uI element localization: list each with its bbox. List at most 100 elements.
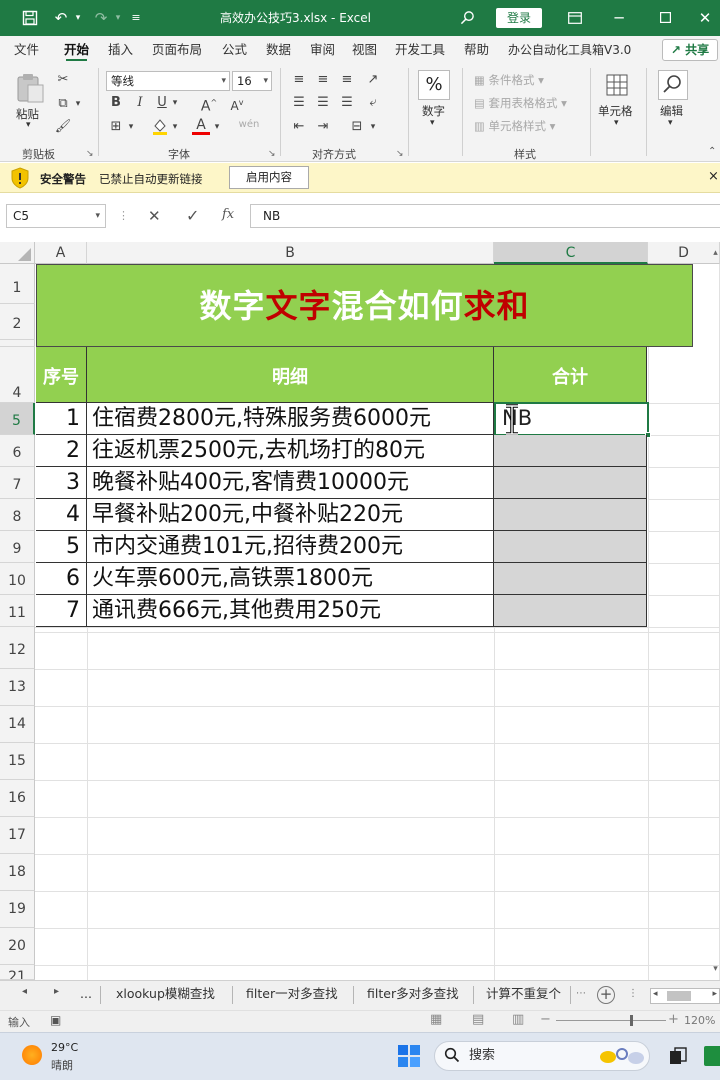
sheet-tab[interactable]: xlookup模糊查找 xyxy=(116,983,215,1007)
bold-button[interactable]: B xyxy=(108,93,124,113)
conditional-format-button[interactable]: ▦ 条件格式 ▾ xyxy=(474,72,544,88)
row-header-4[interactable]: 4 xyxy=(0,347,35,403)
cell-detail[interactable]: 住宿费2800元,特殊服务费6000元 xyxy=(87,403,494,435)
cells-label[interactable]: 单元格 xyxy=(598,103,633,119)
header-total[interactable]: 合计 xyxy=(494,347,647,403)
search-highlight-icon[interactable] xyxy=(598,1046,646,1070)
percent-style-button[interactable]: % xyxy=(418,70,450,100)
cut-icon[interactable]: ✂ xyxy=(54,70,72,90)
sheet-tab[interactable]: filter一对多查找 xyxy=(246,983,338,1007)
login-button[interactable]: 登录 xyxy=(496,8,542,28)
row-header-6[interactable]: 6 xyxy=(0,435,35,467)
save-icon[interactable] xyxy=(18,0,42,39)
cell-total[interactable] xyxy=(494,531,647,563)
scroll-left-icon[interactable]: ◂ xyxy=(653,989,658,999)
tab-insert[interactable]: 插入 xyxy=(108,36,133,64)
cell-seq[interactable]: 7 xyxy=(36,595,87,627)
font-shrink-button[interactable]: Av xyxy=(228,93,246,116)
row-header-5[interactable]: 5 xyxy=(0,403,35,435)
row-header-8[interactable]: 8 xyxy=(0,499,35,531)
cell-detail[interactable]: 通讯费666元,其他费用250元 xyxy=(87,595,494,627)
align-right-icon[interactable]: ☰ xyxy=(338,93,356,113)
font-launcher-icon[interactable]: ↘ xyxy=(268,149,276,159)
minimize-icon[interactable]: ─ xyxy=(608,0,630,36)
sheet-tab[interactable]: 计算不重复个 xyxy=(486,983,568,1007)
align-left-icon[interactable]: ☰ xyxy=(290,93,308,113)
row-header-13[interactable]: 13 xyxy=(0,669,35,706)
normal-view-icon[interactable]: ▦ xyxy=(430,1012,442,1027)
cell-total[interactable] xyxy=(494,499,647,531)
horizontal-scrollbar[interactable]: ◂ ▸ xyxy=(650,988,720,1004)
sheet-tab[interactable]: filter多对多查找 xyxy=(367,983,459,1007)
cell-seq[interactable]: 5 xyxy=(36,531,87,563)
share-button[interactable]: ↗ 共享 xyxy=(662,39,718,61)
tab-view[interactable]: 视图 xyxy=(352,36,377,64)
borders-dropdown-icon[interactable]: ▾ xyxy=(126,117,136,137)
wrap-text-icon[interactable]: ⤶ xyxy=(364,93,382,113)
edit-dropdown-icon[interactable]: ▾ xyxy=(668,118,673,128)
row-header-15[interactable]: 15 xyxy=(0,743,35,780)
column-header-c[interactable]: C xyxy=(494,242,648,264)
row-header-20[interactable]: 20 xyxy=(0,928,35,965)
row-header-11[interactable]: 11 xyxy=(0,595,35,627)
cell-seq[interactable]: 4 xyxy=(36,499,87,531)
tab-help[interactable]: 帮助 xyxy=(464,36,489,64)
accessibility-icon[interactable]: ▣ xyxy=(50,1013,61,1027)
tab-page-layout[interactable]: 页面布局 xyxy=(152,36,202,64)
find-icon[interactable] xyxy=(658,70,688,100)
number-format-label[interactable]: 数字 xyxy=(422,103,445,119)
edit-label[interactable]: 编辑 xyxy=(660,103,683,119)
cells-dropdown-icon[interactable]: ▾ xyxy=(614,118,619,128)
column-header-a[interactable]: A xyxy=(35,242,87,264)
orientation-icon[interactable]: ↗ xyxy=(364,70,382,90)
row-header-12[interactable]: 12 xyxy=(0,627,35,669)
cell-total[interactable] xyxy=(494,595,647,627)
tab-review[interactable]: 审阅 xyxy=(310,36,335,64)
align-bottom-icon[interactable]: ≡ xyxy=(338,70,356,90)
zoom-in-icon[interactable]: + xyxy=(668,1012,679,1027)
paste-icon[interactable] xyxy=(14,72,48,106)
cell-style-button[interactable]: ▥ 单元格样式 ▾ xyxy=(474,118,555,134)
tab-office-toolbox[interactable]: 办公自动化工具箱V3.0 xyxy=(508,36,631,64)
ribbon-display-icon[interactable] xyxy=(564,0,586,37)
row-header-3[interactable] xyxy=(0,340,35,347)
underline-button[interactable]: U xyxy=(154,93,170,113)
page-layout-view-icon[interactable]: ▤ xyxy=(472,1012,484,1027)
header-seq[interactable]: 序号 xyxy=(36,347,87,403)
page-break-view-icon[interactable]: ▥ xyxy=(512,1012,524,1027)
align-top-icon[interactable]: ≡ xyxy=(290,70,308,90)
header-detail[interactable]: 明细 xyxy=(87,347,494,403)
collapse-ribbon-icon[interactable]: ⌃ xyxy=(708,146,716,157)
cell-seq[interactable]: 3 xyxy=(36,467,87,499)
zoom-slider[interactable] xyxy=(556,1020,666,1021)
align-center-icon[interactable]: ☰ xyxy=(314,93,332,113)
font-size-combo[interactable]: 16 ▾ xyxy=(232,71,272,91)
merge-dropdown-icon[interactable]: ▾ xyxy=(368,117,378,137)
format-painter-icon[interactable]: 🖌 xyxy=(54,117,72,137)
tab-data[interactable]: 数据 xyxy=(266,36,291,64)
scroll-thumb[interactable] xyxy=(667,991,691,1001)
row-header-9[interactable]: 9 xyxy=(0,531,35,563)
select-all-corner[interactable] xyxy=(0,242,35,264)
row-header-7[interactable]: 7 xyxy=(0,467,35,499)
copy-dropdown-icon[interactable]: ▾ xyxy=(72,94,84,114)
close-security-icon[interactable]: × xyxy=(708,169,719,184)
zoom-level[interactable]: 120% xyxy=(684,1014,715,1027)
cell-seq[interactable]: 6 xyxy=(36,563,87,595)
task-view-icon[interactable] xyxy=(668,1046,688,1070)
pinned-app-icon[interactable] xyxy=(704,1046,720,1066)
font-color-button[interactable]: A xyxy=(192,115,210,135)
weather-temp[interactable]: 29°C xyxy=(51,1041,78,1054)
scroll-down-icon[interactable]: ▾ xyxy=(711,964,720,980)
row-header-10[interactable]: 10 xyxy=(0,563,35,595)
cancel-icon[interactable]: ✕ xyxy=(148,207,161,225)
tab-file[interactable]: 文件 xyxy=(14,36,39,64)
scroll-up-icon[interactable]: ▴ xyxy=(711,242,720,264)
cell-total[interactable] xyxy=(494,563,647,595)
cell-detail[interactable]: 晚餐补贴400元,客情费10000元 xyxy=(87,467,494,499)
cells-icon[interactable] xyxy=(604,72,632,100)
row-header-16[interactable]: 16 xyxy=(0,780,35,817)
copy-icon[interactable]: ⧉ xyxy=(54,94,72,114)
confirm-icon[interactable]: ✓ xyxy=(186,206,199,225)
redo-icon[interactable]: ↷ xyxy=(90,0,112,36)
